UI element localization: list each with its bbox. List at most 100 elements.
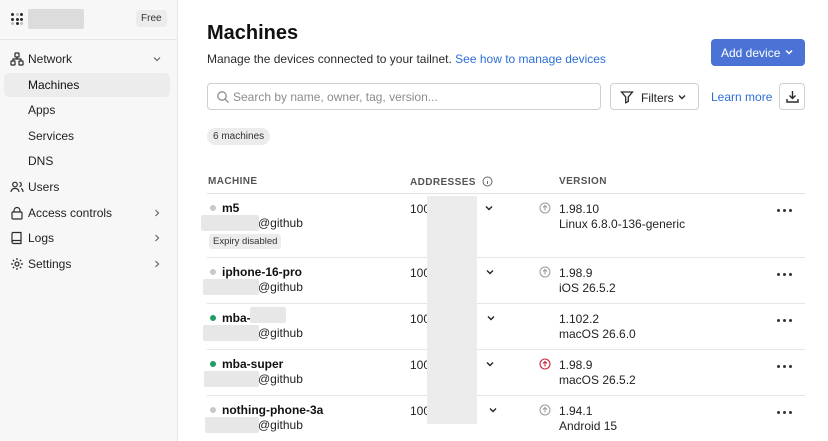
lock-icon xyxy=(11,206,23,220)
owner-redacted xyxy=(203,325,259,341)
chevron-right-icon xyxy=(155,209,160,217)
sidebar-item-dns[interactable]: DNS xyxy=(4,149,170,173)
sidebar-item-access-controls[interactable]: Access controls xyxy=(4,201,170,225)
machine-os: iOS 26.5.2 xyxy=(559,281,616,295)
machine-version: 1.98.9 xyxy=(559,266,593,280)
chevron-down-icon xyxy=(678,95,686,100)
column-header-version[interactable]: VERSION xyxy=(559,176,607,187)
table-row[interactable]: m5 @github Expiry disabled 100 1.98.10 L… xyxy=(201,194,805,258)
table-row[interactable]: mba- @github 100 1.102.2 macOS 26.6.0 xyxy=(203,304,805,350)
machine-os: Android 15 xyxy=(559,419,618,433)
row-actions-menu[interactable] xyxy=(777,272,793,278)
status-indicator-offline xyxy=(210,205,216,211)
name-redacted xyxy=(250,307,286,323)
row-actions-menu[interactable] xyxy=(777,208,793,214)
sidebar-item-label: Users xyxy=(28,180,60,194)
machine-version: 1.98.9 xyxy=(559,358,593,372)
users-icon xyxy=(10,181,24,193)
search-icon xyxy=(217,91,229,103)
download-icon xyxy=(786,91,799,103)
owner-redacted xyxy=(204,371,259,387)
machine-version: 1.102.2 xyxy=(559,312,600,326)
main-content: Machines Manage the devices connected to… xyxy=(178,0,828,441)
add-device-button[interactable]: Add device xyxy=(711,39,805,66)
machine-name[interactable]: mba- xyxy=(222,311,251,325)
column-header-addresses[interactable]: ADDRESSES xyxy=(410,176,493,188)
machine-os: macOS 26.5.2 xyxy=(559,373,636,387)
machine-name[interactable]: nothing-phone-3a xyxy=(222,403,323,417)
info-icon[interactable] xyxy=(482,176,493,187)
sidebar-item-label: Network xyxy=(28,52,73,66)
sidebar-item-label: Apps xyxy=(28,103,56,117)
column-header-machine[interactable]: MACHINE xyxy=(208,176,257,187)
machine-name[interactable]: iphone-16-pro xyxy=(222,265,302,279)
machine-os: Linux 6.8.0-136-generic xyxy=(559,217,686,231)
sidebar-item-services[interactable]: Services xyxy=(4,124,170,148)
page-subtitle: Manage the devices connected to your tai… xyxy=(207,52,606,66)
chevron-down-icon[interactable] xyxy=(484,203,494,213)
sidebar-header: Free xyxy=(0,0,177,40)
sidebar-item-label: Logs xyxy=(28,231,55,245)
machine-count-badge: 6 machines xyxy=(207,128,271,145)
chevron-down-icon xyxy=(785,49,793,55)
table-row[interactable]: mba-super @github 100 1.98.9 macOS 26.5.… xyxy=(204,350,805,396)
sidebar-item-users[interactable]: Users xyxy=(4,175,170,199)
status-indicator-offline xyxy=(210,269,216,275)
row-actions-menu[interactable] xyxy=(777,410,793,416)
owner-redacted xyxy=(205,417,259,433)
subtitle-text: Manage the devices connected to your tai… xyxy=(207,52,452,66)
sidebar-item-apps[interactable]: Apps xyxy=(4,98,170,122)
sidebar-item-label: Services xyxy=(28,129,75,143)
add-device-label: Add device xyxy=(721,45,781,60)
row-actions-menu[interactable] xyxy=(777,364,793,370)
chevron-down-icon[interactable] xyxy=(486,313,496,323)
owner-redacted xyxy=(201,215,259,231)
learn-more-link[interactable]: Learn more xyxy=(711,90,772,104)
chevron-right-icon xyxy=(155,234,160,242)
machine-version: 1.98.10 xyxy=(559,202,600,216)
table-row[interactable]: nothing-phone-3a @github 100 1.94.1 Andr… xyxy=(205,396,805,441)
sidebar: Free Network Machines Apps Services DNS … xyxy=(0,0,178,441)
filter-icon xyxy=(620,91,634,104)
search-box[interactable] xyxy=(207,83,601,110)
update-available-icon xyxy=(539,202,551,214)
org-name-redacted[interactable] xyxy=(28,9,84,29)
filters-label: Filters xyxy=(641,91,674,105)
sidebar-item-label: DNS xyxy=(28,154,54,168)
sidebar-item-settings[interactable]: Settings xyxy=(4,252,170,276)
sidebar-item-logs[interactable]: Logs xyxy=(4,226,170,250)
machine-owner: @github xyxy=(258,418,303,432)
gear-icon xyxy=(11,258,23,270)
download-button[interactable] xyxy=(779,83,805,110)
chevron-down-icon[interactable] xyxy=(485,267,495,277)
machine-owner: @github xyxy=(258,326,303,340)
chevron-down-icon[interactable] xyxy=(488,405,498,415)
chevron-down-icon[interactable] xyxy=(485,359,495,369)
network-icon xyxy=(10,52,24,66)
search-input[interactable] xyxy=(233,88,593,106)
update-available-icon xyxy=(539,266,551,278)
status-indicator-offline xyxy=(210,407,216,413)
machine-name[interactable]: m5 xyxy=(222,201,239,215)
book-icon xyxy=(11,231,22,245)
tailscale-logo-icon[interactable] xyxy=(11,13,23,25)
addresses-redacted xyxy=(427,196,477,424)
column-header-label: ADDRESSES xyxy=(410,177,476,188)
machine-os: macOS 26.6.0 xyxy=(559,327,636,341)
row-actions-menu[interactable] xyxy=(777,318,793,324)
machine-version: 1.94.1 xyxy=(559,404,593,418)
manage-devices-link[interactable]: See how to manage devices xyxy=(455,52,606,66)
machine-name[interactable]: mba-super xyxy=(222,357,283,371)
security-update-icon xyxy=(539,358,551,370)
machine-owner: @github xyxy=(258,372,303,386)
expiry-disabled-badge: Expiry disabled xyxy=(209,234,282,249)
sidebar-item-label: Access controls xyxy=(28,206,113,220)
plan-badge: Free xyxy=(136,10,167,27)
table-row[interactable]: iphone-16-pro @github 100 1.98.9 iOS 26.… xyxy=(203,258,805,304)
chevron-down-icon xyxy=(153,57,161,62)
page-title: Machines xyxy=(207,22,299,44)
sidebar-item-machines[interactable]: Machines xyxy=(4,73,170,97)
owner-redacted xyxy=(203,279,259,295)
filters-button[interactable]: Filters xyxy=(610,83,699,110)
sidebar-item-network[interactable]: Network xyxy=(4,47,170,71)
